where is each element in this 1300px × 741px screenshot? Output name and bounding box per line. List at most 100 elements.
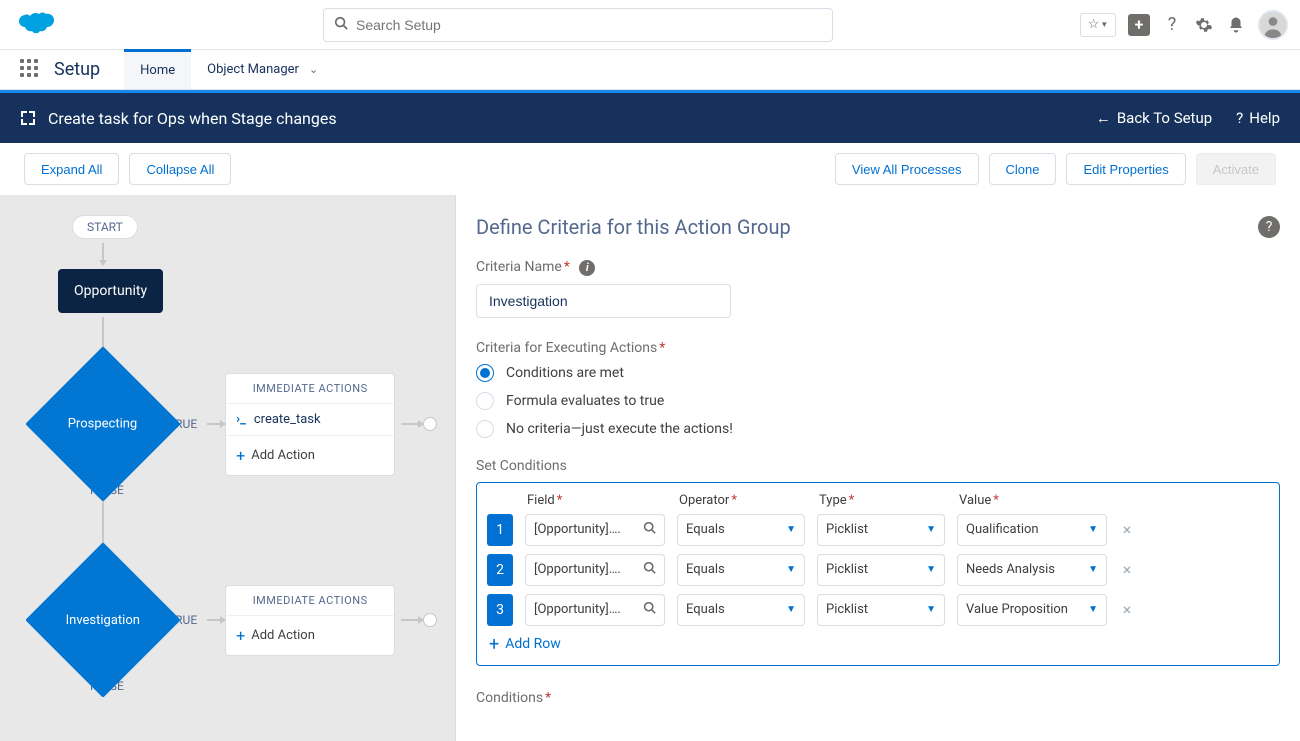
conditions-logic-label: Conditions* <box>476 690 1280 706</box>
add-action-label: Add Action <box>251 628 315 643</box>
type-select[interactable]: Picklist▼ <box>817 594 945 626</box>
radio-formula[interactable]: Formula evaluates to true <box>476 392 1280 410</box>
actions-title: IMMEDIATE ACTIONS <box>226 586 394 616</box>
field-lookup[interactable]: [Opportunity]…. <box>525 554 665 586</box>
remove-row-icon[interactable]: × <box>1119 520 1135 539</box>
arrow-left-icon: ← <box>1096 109 1111 127</box>
immediate-actions-box: IMMEDIATE ACTIONS ›_ create_task + Add A… <box>225 373 395 476</box>
stop-circle <box>423 417 437 431</box>
lookup-icon <box>643 601 656 618</box>
criteria-node-investigation[interactable]: Investigation <box>25 542 181 698</box>
criteria-label: Investigation <box>62 612 144 627</box>
salesforce-logo <box>12 10 56 40</box>
condition-row: 2[Opportunity]….Equals▼Picklist▼Needs An… <box>487 554 1269 586</box>
plus-icon: + <box>236 446 245 465</box>
chevron-down-icon: ⌄ <box>309 63 318 76</box>
plus-icon: + <box>489 634 499 655</box>
criteria-node-prospecting[interactable]: Prospecting <box>25 346 181 502</box>
immediate-actions-box: IMMEDIATE ACTIONS + Add Action <box>225 585 395 656</box>
back-to-setup-link[interactable]: ← Back To Setup <box>1096 109 1212 127</box>
add-action-button[interactable]: + Add Action <box>226 616 394 655</box>
global-search[interactable] <box>323 8 833 42</box>
flow-arrow <box>207 619 225 621</box>
add-action-label: Add Action <box>251 448 315 463</box>
help-label: Help <box>1249 109 1280 127</box>
chevron-down-icon: ▼ <box>926 564 936 575</box>
help-link[interactable]: ? Help <box>1236 109 1280 127</box>
radio-label: No criteria—just execute the actions! <box>506 421 733 437</box>
chevron-down-icon: ▼ <box>1088 524 1098 535</box>
radio-conditions-met[interactable]: Conditions are met <box>476 364 1280 382</box>
add-row-label: Add Row <box>505 636 561 652</box>
row-number: 3 <box>487 594 513 626</box>
expand-all-button[interactable]: Expand All <box>24 153 119 185</box>
radio-icon <box>476 392 494 410</box>
activate-button: Activate <box>1196 153 1276 185</box>
plus-icon: + <box>236 626 245 645</box>
add-action-button[interactable]: + Add Action <box>226 436 394 475</box>
field-lookup[interactable]: [Opportunity]…. <box>525 594 665 626</box>
tab-object-manager[interactable]: Object Manager ⌄ <box>191 50 334 90</box>
criteria-panel: Define Criteria for this Action Group ? … <box>455 195 1300 741</box>
remove-row-icon[interactable]: × <box>1119 600 1135 619</box>
collapse-all-button[interactable]: Collapse All <box>129 153 231 185</box>
lookup-icon <box>643 561 656 578</box>
back-to-setup-label: Back To Setup <box>1117 109 1212 127</box>
chevron-down-icon: ▼ <box>786 604 796 615</box>
process-header-bar: Create task for Ops when Stage changes ←… <box>0 93 1300 143</box>
search-input[interactable] <box>356 17 822 33</box>
info-icon[interactable]: i <box>579 260 595 276</box>
help-icon[interactable]: ? <box>1162 15 1182 35</box>
criteria-label: Prospecting <box>64 417 142 432</box>
value-select[interactable]: Value Proposition▼ <box>957 594 1107 626</box>
app-launcher-icon[interactable] <box>20 59 42 81</box>
panel-title: Define Criteria for this Action Group <box>476 215 791 239</box>
edit-properties-button[interactable]: Edit Properties <box>1066 153 1185 185</box>
chevron-down-icon: ▼ <box>926 524 936 535</box>
panel-help-icon[interactable]: ? <box>1258 216 1280 238</box>
radio-label: Formula evaluates to true <box>506 393 664 409</box>
stop-circle <box>423 613 437 627</box>
object-node[interactable]: Opportunity <box>58 269 163 313</box>
action-item[interactable]: ›_ create_task <box>226 404 394 436</box>
process-title: Create task for Ops when Stage changes <box>48 109 337 128</box>
user-avatar[interactable] <box>1258 10 1288 40</box>
favorites-button[interactable]: ☆▼ <box>1080 13 1116 37</box>
flow-arrow <box>207 423 225 425</box>
process-toolbar: Expand All Collapse All View All Process… <box>0 143 1300 195</box>
operator-select[interactable]: Equals▼ <box>677 554 805 586</box>
flow-arrow <box>102 243 104 265</box>
criteria-name-label: Criteria Name* i <box>476 259 1280 276</box>
notifications-bell-icon[interactable] <box>1226 15 1246 35</box>
chevron-down-icon: ▼ <box>926 604 936 615</box>
action-label: create_task <box>254 412 321 427</box>
process-canvas[interactable]: START Opportunity Prospecting TRUE IMMED… <box>0 195 455 741</box>
view-all-processes-button[interactable]: View All Processes <box>835 153 979 185</box>
field-lookup[interactable]: [Opportunity]…. <box>525 514 665 546</box>
clone-button[interactable]: Clone <box>989 153 1057 185</box>
tab-home[interactable]: Home <box>124 49 191 89</box>
type-select[interactable]: Picklist▼ <box>817 554 945 586</box>
radio-no-criteria[interactable]: No criteria—just execute the actions! <box>476 420 1280 438</box>
operator-select[interactable]: Equals▼ <box>677 514 805 546</box>
chevron-down-icon: ▼ <box>1088 604 1098 615</box>
radio-label: Conditions are met <box>506 365 624 381</box>
add-row-button[interactable]: + Add Row <box>487 634 1269 655</box>
type-select[interactable]: Picklist▼ <box>817 514 945 546</box>
criteria-name-input[interactable] <box>476 284 731 318</box>
action-run-icon: ›_ <box>236 412 246 427</box>
global-add-button[interactable]: + <box>1128 14 1150 36</box>
remove-row-icon[interactable]: × <box>1119 560 1135 579</box>
setup-gear-icon[interactable] <box>1194 15 1214 35</box>
context-bar: Setup Home Object Manager ⌄ <box>0 50 1300 90</box>
exec-actions-label: Criteria for Executing Actions* <box>476 340 1280 356</box>
start-node: START <box>72 215 138 239</box>
expand-icon[interactable] <box>20 110 36 126</box>
value-select[interactable]: Needs Analysis▼ <box>957 554 1107 586</box>
chevron-down-icon: ▼ <box>1088 564 1098 575</box>
value-select[interactable]: Qualification▼ <box>957 514 1107 546</box>
chevron-down-icon: ▼ <box>786 524 796 535</box>
chevron-down-icon: ▼ <box>786 564 796 575</box>
conditions-header: Field* Operator* Type* Value* <box>487 493 1269 508</box>
operator-select[interactable]: Equals▼ <box>677 594 805 626</box>
